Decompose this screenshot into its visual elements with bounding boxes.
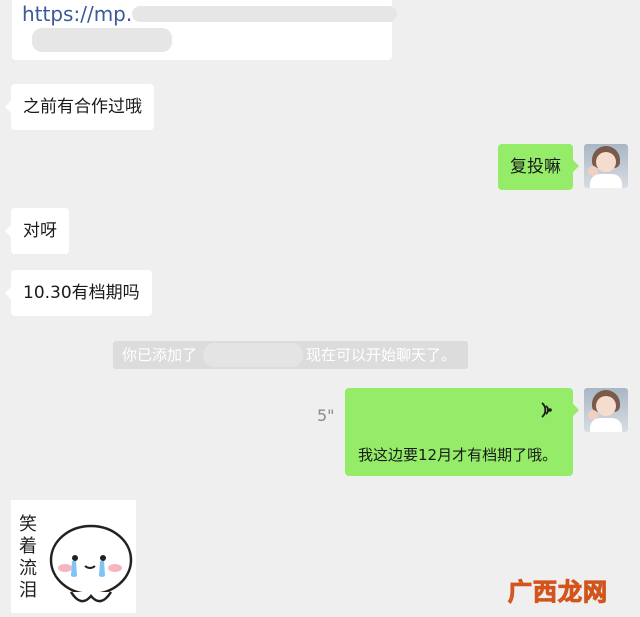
sticker[interactable]: 笑着流泪 bbox=[11, 500, 136, 613]
name-blur bbox=[203, 343, 303, 367]
avatar-shirt bbox=[590, 174, 622, 188]
link-blur bbox=[132, 6, 397, 22]
sticker-text: 笑着流泪 bbox=[19, 514, 37, 601]
system-prefix: 你已添加了 bbox=[122, 346, 198, 364]
incoming-message[interactable]: 之前有合作过哦 bbox=[5, 84, 154, 130]
message-text: 复投嘛 bbox=[510, 157, 561, 177]
outgoing-message[interactable]: 复投嘛 bbox=[498, 144, 579, 190]
message-text: 10.30有档期吗 bbox=[23, 283, 140, 303]
link-text[interactable]: https://mp.w bbox=[22, 2, 149, 26]
link-card[interactable]: https://mp.w bbox=[12, 0, 397, 60]
avatar-face bbox=[596, 152, 616, 172]
voice-message[interactable]: 我这边要12月才有档期了哦。 bbox=[345, 388, 579, 476]
watermark: 广西龙网 bbox=[508, 578, 608, 607]
link-blur bbox=[32, 28, 172, 52]
system-notice: 你已添加了 现在可以开始聊天了。 bbox=[113, 341, 468, 369]
voice-transcript: 我这边要12月才有档期了哦。 bbox=[358, 446, 558, 464]
incoming-message[interactable]: 10.30有档期吗 bbox=[5, 270, 152, 316]
voice-bubble-tail bbox=[573, 404, 579, 416]
avatar-face bbox=[596, 396, 616, 416]
voice-duration: 5" bbox=[317, 406, 335, 425]
avatar-shirt bbox=[590, 418, 622, 432]
user-avatar[interactable] bbox=[584, 388, 628, 432]
incoming-message[interactable]: 对呀 bbox=[5, 208, 69, 254]
user-avatar[interactable] bbox=[584, 144, 628, 188]
message-text: 对呀 bbox=[23, 221, 57, 241]
voice-wave-icon[interactable] bbox=[535, 400, 555, 420]
system-suffix: 现在可以开始聊天了。 bbox=[306, 346, 457, 364]
crying-smile-icon bbox=[49, 524, 133, 603]
message-text: 之前有合作过哦 bbox=[23, 97, 142, 117]
